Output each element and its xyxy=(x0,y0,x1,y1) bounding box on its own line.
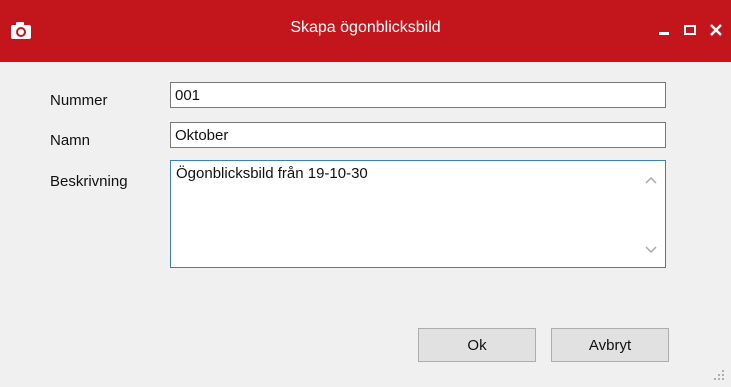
number-field[interactable] xyxy=(170,82,666,108)
scroll-down-icon[interactable] xyxy=(645,245,657,255)
name-field[interactable] xyxy=(170,122,666,148)
minimize-button[interactable] xyxy=(651,17,677,43)
cancel-button[interactable]: Avbryt xyxy=(551,328,669,362)
resize-grip-icon[interactable] xyxy=(713,369,725,381)
close-icon xyxy=(710,24,722,36)
ok-button[interactable]: Ok xyxy=(418,328,536,362)
window-title: Skapa ögonblicksbild xyxy=(290,19,441,36)
maximize-icon xyxy=(684,25,696,35)
title-bar: Skapa ögonblicksbild xyxy=(0,0,731,62)
description-text: Ögonblicksbild från 19-10-30 xyxy=(176,165,368,182)
name-label: Namn xyxy=(50,132,91,149)
minimize-icon xyxy=(659,32,669,35)
description-textarea[interactable]: Ögonblicksbild från 19-10-30 xyxy=(170,160,666,268)
maximize-button[interactable] xyxy=(677,17,703,43)
scroll-up-icon[interactable] xyxy=(645,175,657,185)
close-button[interactable] xyxy=(703,17,729,43)
number-label: Nummer xyxy=(50,92,108,109)
description-label: Beskrivning xyxy=(50,173,128,190)
